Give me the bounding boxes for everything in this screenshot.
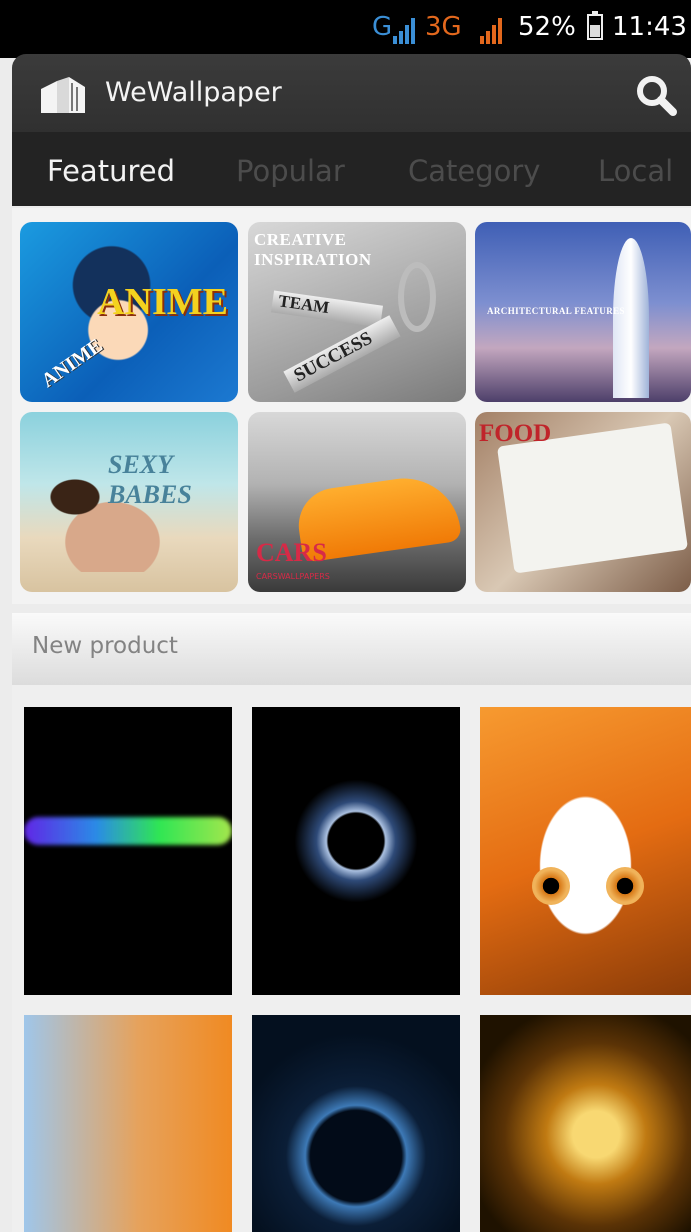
featured-tile-food[interactable]: FOOD <box>475 412 691 592</box>
tab-category[interactable]: Category <box>408 154 540 188</box>
featured-grid: ANIME ANIME CREATIVE INSPIRATION TEAM SU… <box>12 208 691 604</box>
wallpaper-thumb[interactable] <box>24 1015 232 1232</box>
key-ring <box>398 262 436 332</box>
signal-icon <box>393 18 419 44</box>
featured-tile-cars[interactable]: CARS CARSWALLPAPERS <box>248 412 466 592</box>
featured-tile-creative[interactable]: CREATIVE INSPIRATION TEAM SUCCESS <box>248 222 466 402</box>
app-title: WeWallpaper <box>105 77 282 108</box>
featured-tile-babes[interactable]: SEXY BABES <box>20 412 238 592</box>
tower-shape <box>613 238 649 398</box>
network-type-g: G <box>372 12 393 42</box>
search-icon[interactable] <box>631 70 681 120</box>
tab-popular[interactable]: Popular <box>236 154 345 188</box>
battery-icon <box>587 11 603 40</box>
network-type-3g: 3G <box>425 12 462 42</box>
featured-caption: FOOD <box>479 420 552 447</box>
featured-caption: CREATIVE INSPIRATION <box>254 230 372 269</box>
wallpaper-thumb[interactable] <box>24 707 232 995</box>
light-wave <box>24 817 232 845</box>
featured-caption-secondary: CARSWALLPAPERS <box>256 572 330 581</box>
wallpaper-thumb[interactable] <box>480 1015 691 1232</box>
tab-bar: Featured Popular Category Local <box>12 132 691 206</box>
featured-caption: ARCHITECTURAL FEATURES <box>487 306 625 316</box>
featured-tile-architecture[interactable]: ARCHITECTURAL FEATURES <box>475 222 691 402</box>
app-header: WeWallpaper Featured Popular Category Lo… <box>12 54 691 206</box>
tab-local[interactable]: Local <box>598 154 673 188</box>
wallpaper-thumb[interactable] <box>252 1015 460 1232</box>
cat-eye <box>532 867 570 905</box>
featured-tile-anime[interactable]: ANIME ANIME <box>20 222 238 402</box>
book-logo-icon <box>41 77 85 113</box>
cat-eye <box>606 867 644 905</box>
signal-3g-icon <box>480 18 506 44</box>
featured-caption: CARS <box>256 538 327 567</box>
tab-featured[interactable]: Featured <box>47 154 175 188</box>
featured-caption-secondary: ANIME <box>37 334 107 393</box>
key-label-success: SUCCESS <box>283 315 401 393</box>
featured-caption: SEXY BABES <box>108 450 192 509</box>
battery-percent: 52% <box>518 12 576 42</box>
wallpaper-thumb[interactable] <box>480 707 691 995</box>
new-product-grid <box>12 685 691 1232</box>
section-title: New product <box>32 633 178 659</box>
key-label-team: TEAM <box>271 290 383 328</box>
new-product-header: New product <box>12 613 691 685</box>
energy-burst <box>286 771 426 911</box>
clock: 11:43 <box>612 12 687 42</box>
status-bar: G 3G 52% 11:43 <box>0 0 691 58</box>
wallpaper-thumb[interactable] <box>252 707 460 995</box>
